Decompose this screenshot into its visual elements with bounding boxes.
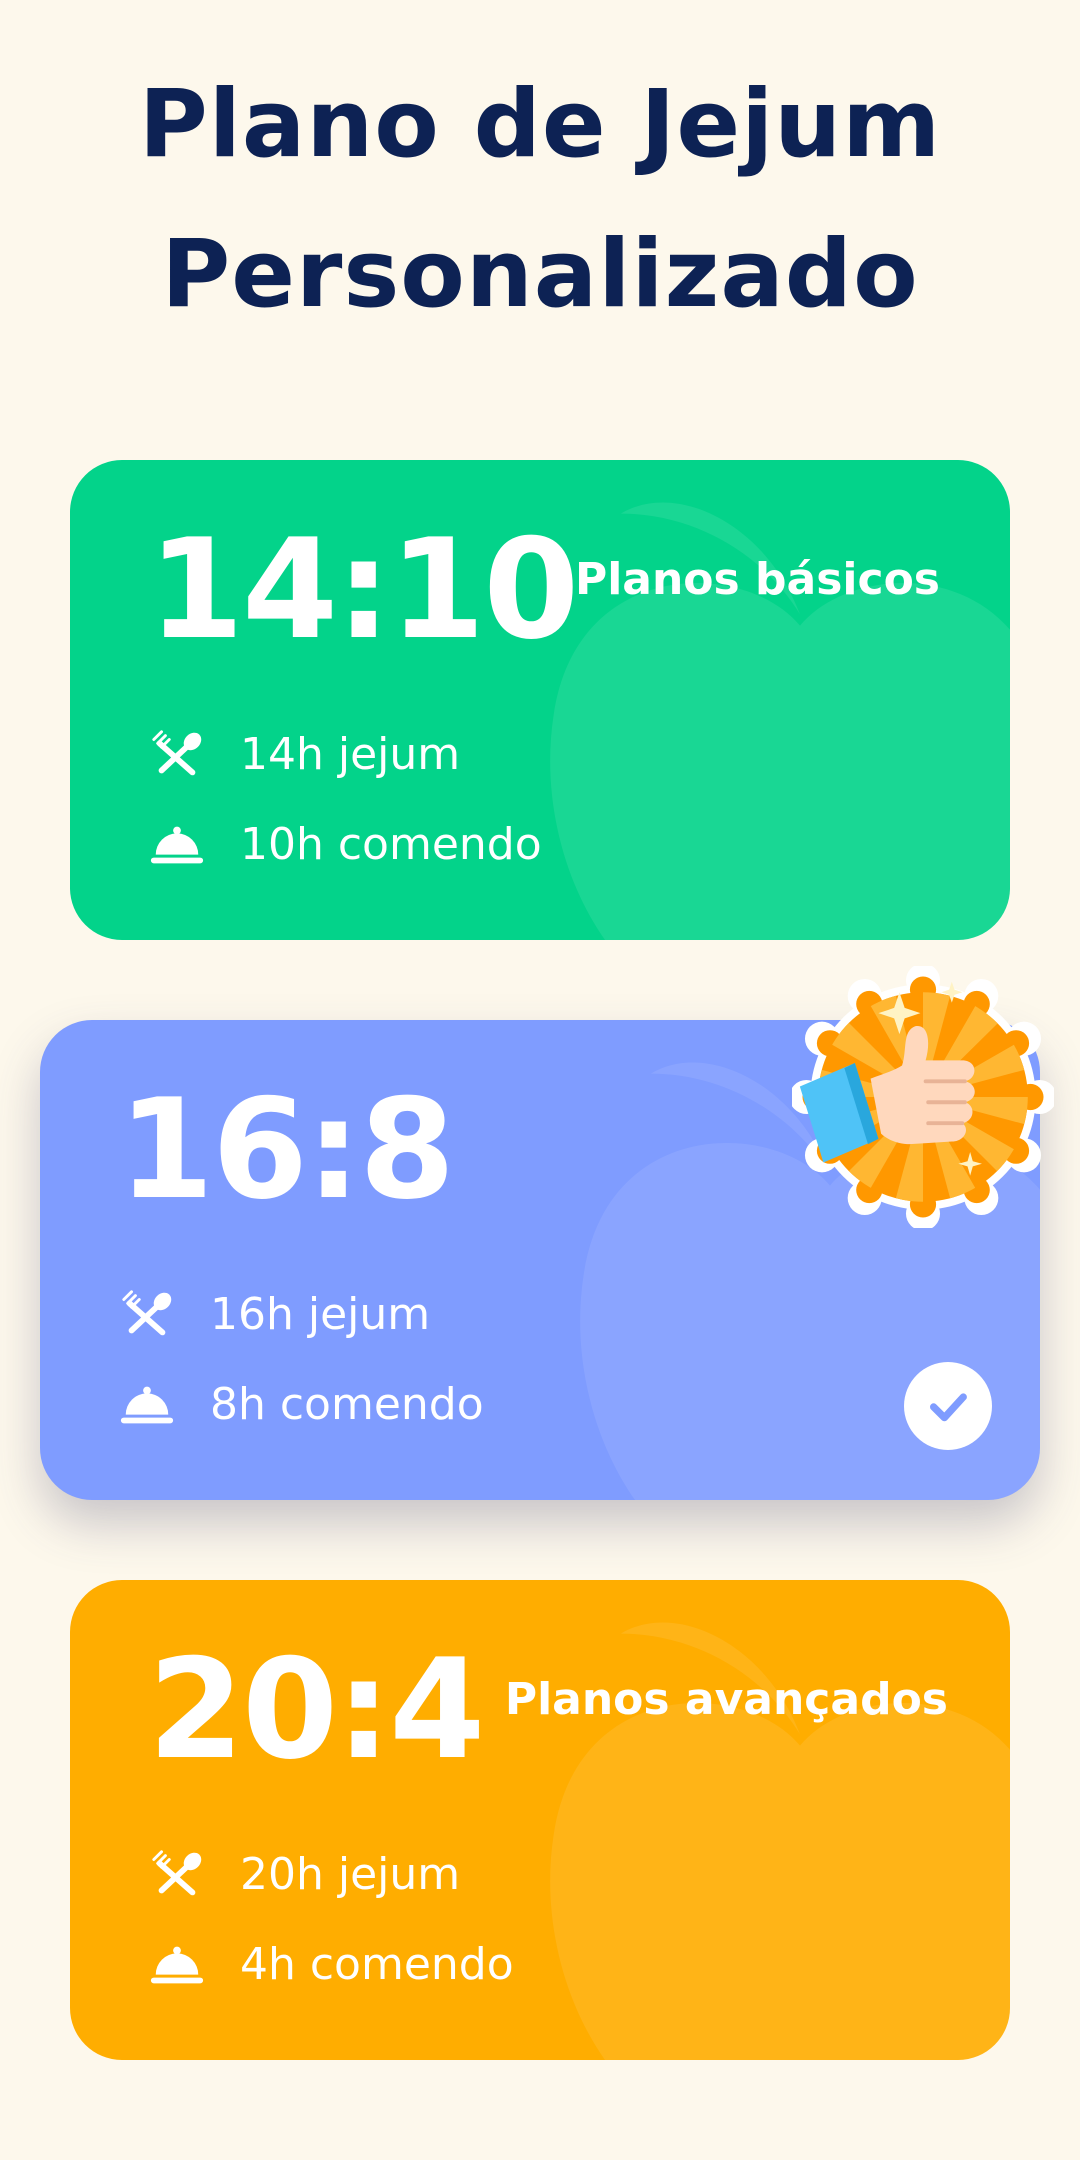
plan-ratio: 16:8 (118, 1069, 455, 1230)
plan-card-20-4[interactable]: 20:4 Planos avançados 20h jejum 4h comen… (70, 1580, 1010, 2060)
selected-check[interactable] (904, 1362, 992, 1450)
plan-ratio: 20:4 (148, 1629, 485, 1790)
food-cloche-icon (118, 1376, 176, 1434)
apple-icon (550, 1622, 1010, 2060)
plan-tier-label: Planos básicos (574, 554, 940, 605)
fasting-stat: 14h jejum (148, 720, 460, 790)
eating-hours: 8h comendo (210, 1379, 484, 1430)
fasting-stat: 16h jejum (118, 1280, 430, 1350)
plan-ratio: 14:10 (148, 509, 579, 670)
eating-hours: 10h comendo (240, 819, 542, 870)
food-cloche-icon (148, 1936, 206, 1994)
fork-spoon-icon (118, 1286, 176, 1344)
fasting-stat: 20h jejum (148, 1840, 460, 1910)
fasting-hours: 20h jejum (240, 1849, 461, 1900)
eating-hours: 4h comendo (240, 1939, 514, 1990)
fasting-hours: 14h jejum (240, 729, 461, 780)
page-title-line-2: Personalizado (161, 220, 919, 329)
page-title-line-1: Plano de Jejum (138, 70, 942, 179)
food-cloche-icon (148, 816, 206, 874)
thumbs-up-badge-icon (792, 966, 1054, 1228)
eating-stat: 8h comendo (118, 1370, 484, 1440)
fork-spoon-icon (148, 726, 206, 784)
checkmark-icon (930, 1393, 967, 1422)
eating-stat: 4h comendo (148, 1930, 514, 2000)
apple-icon (550, 502, 1010, 940)
plan-tier-label: Planos avançados (504, 1674, 948, 1725)
plan-card-14-10[interactable]: 14:10 Planos básicos 14h jejum 10h comen… (70, 460, 1010, 940)
eating-stat: 10h comendo (148, 810, 542, 880)
fasting-hours: 16h jejum (210, 1289, 431, 1340)
fork-spoon-icon (148, 1846, 206, 1904)
